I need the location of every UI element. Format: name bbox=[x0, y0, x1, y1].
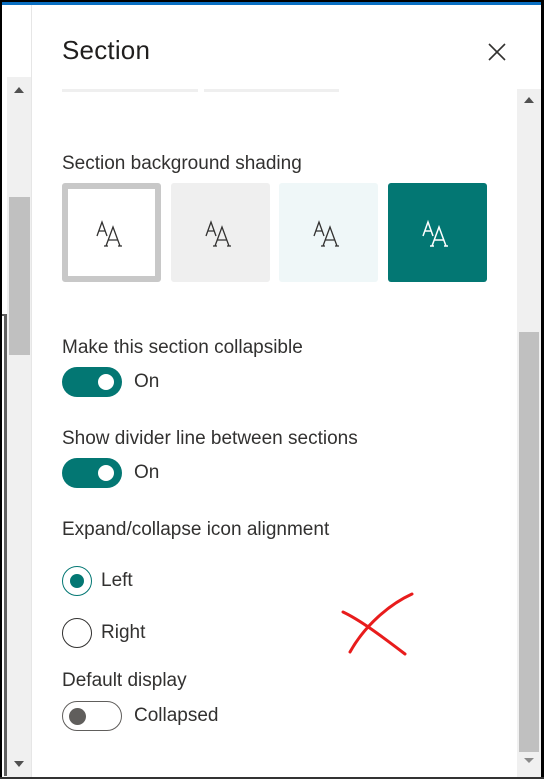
alignment-option-left[interactable]: Left bbox=[62, 566, 133, 596]
scroll-up-arrow-icon[interactable] bbox=[14, 87, 24, 93]
divider-label: Show divider line between sections bbox=[62, 428, 358, 449]
radio-dot bbox=[70, 574, 84, 588]
toggle-knob bbox=[98, 465, 114, 481]
collapsible-toggle-row[interactable]: On bbox=[62, 367, 159, 397]
close-button[interactable] bbox=[484, 39, 510, 65]
shading-option-neutral[interactable] bbox=[171, 183, 270, 282]
collapsible-toggle[interactable] bbox=[62, 367, 122, 397]
toggle-knob bbox=[98, 374, 114, 390]
section-properties-panel: Section Section background shading Make … bbox=[32, 5, 541, 777]
font-size-icon bbox=[204, 219, 231, 247]
panel-scrollbar-thumb[interactable] bbox=[519, 332, 539, 752]
alignment-option-right[interactable]: Right bbox=[62, 618, 145, 648]
shading-option-strong[interactable] bbox=[388, 183, 487, 282]
radio-left[interactable] bbox=[62, 566, 92, 596]
divider-state-text: On bbox=[134, 462, 160, 483]
window-frame-left bbox=[0, 0, 2, 779]
page-scrollbar-thumb[interactable] bbox=[9, 197, 30, 355]
font-size-icon bbox=[95, 219, 122, 247]
scroll-down-arrow-icon[interactable] bbox=[524, 758, 534, 763]
toggle-knob bbox=[69, 708, 86, 725]
divider-toggle-row[interactable]: On bbox=[62, 458, 159, 488]
font-size-icon bbox=[312, 219, 339, 247]
default-display-label: Default display bbox=[62, 670, 187, 691]
scroll-up-arrow-icon[interactable] bbox=[524, 97, 534, 103]
radio-left-label: Left bbox=[101, 570, 133, 591]
font-size-icon bbox=[421, 219, 448, 247]
red-x-annotation-icon bbox=[341, 592, 414, 656]
scroll-down-arrow-icon[interactable] bbox=[14, 761, 24, 767]
collapsible-state-text: On bbox=[134, 371, 160, 392]
tab-indicator-2[interactable] bbox=[204, 89, 339, 92]
shading-option-none[interactable] bbox=[62, 183, 161, 282]
tab-indicator-1[interactable] bbox=[62, 89, 198, 92]
default-display-toggle[interactable] bbox=[62, 701, 122, 731]
alignment-label: Expand/collapse icon alignment bbox=[62, 519, 330, 540]
close-icon bbox=[488, 43, 506, 61]
default-display-state-text: Collapsed bbox=[134, 705, 219, 726]
page-scrollbar[interactable] bbox=[7, 77, 31, 777]
default-display-toggle-row[interactable]: Collapsed bbox=[62, 701, 219, 731]
radio-right-label: Right bbox=[101, 622, 146, 643]
radio-right[interactable] bbox=[62, 618, 92, 648]
panel-scrollbar[interactable] bbox=[517, 89, 541, 777]
panel-title: Section bbox=[62, 35, 151, 65]
divider-toggle[interactable] bbox=[62, 458, 122, 488]
shading-label: Section background shading bbox=[62, 153, 302, 174]
collapsible-label: Make this section collapsible bbox=[62, 337, 303, 358]
shading-option-soft[interactable] bbox=[279, 183, 378, 282]
